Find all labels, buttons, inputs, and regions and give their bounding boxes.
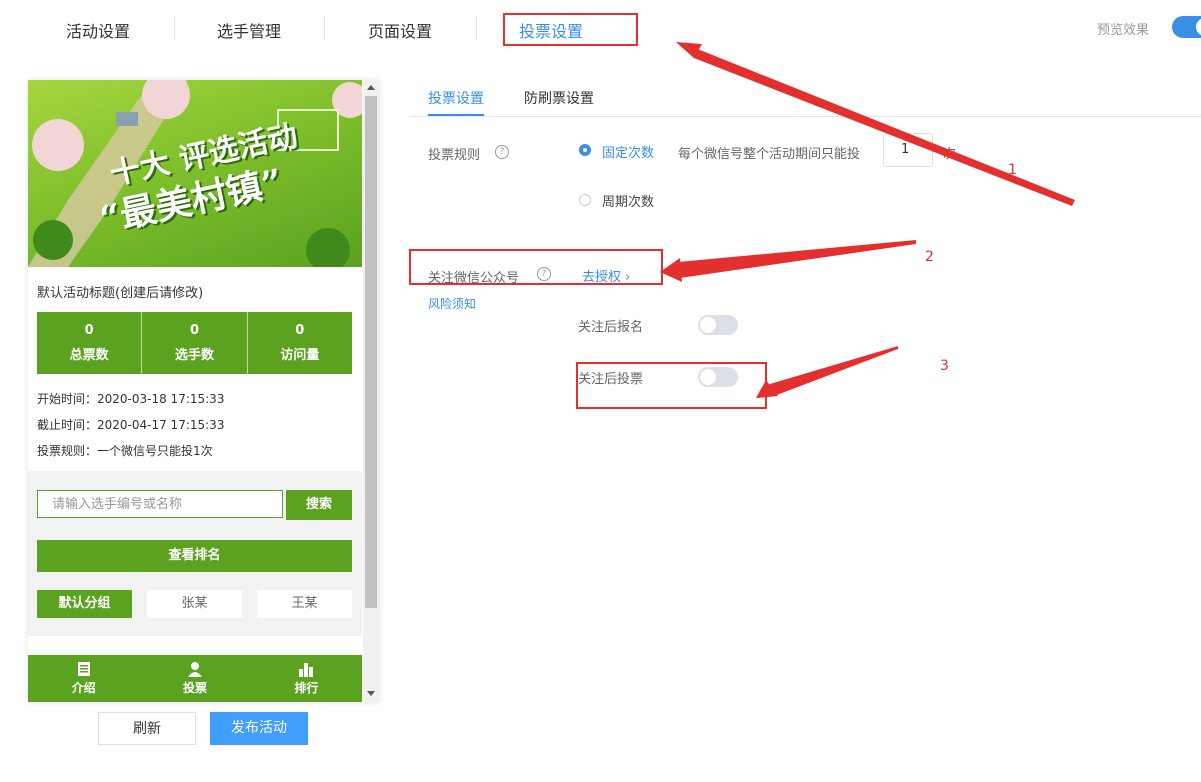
preview-toggle[interactable] — [1172, 16, 1201, 38]
scroll-up-arrow-icon[interactable] — [367, 85, 375, 90]
phone-scrollbar[interactable] — [363, 80, 379, 702]
annotation-number: 2 — [925, 249, 934, 265]
player-search-input[interactable]: 请输入选手编号或名称 — [37, 490, 283, 518]
annotation-box-3 — [576, 362, 767, 409]
nav-label: 介绍 — [71, 681, 96, 695]
annotation-number: 1 — [1008, 162, 1017, 178]
search-button[interactable]: 搜索 — [286, 490, 352, 520]
phone-bottom-nav: 介绍 投票 排行 — [28, 655, 362, 702]
nav-label: 排行 — [294, 681, 319, 695]
stat-player-count: 0 选手数 — [142, 312, 248, 374]
stat-label: 访问量 — [280, 348, 320, 363]
risk-notice-link[interactable]: 风险须知 — [428, 295, 476, 312]
tab-activity-settings[interactable]: 活动设置 — [66, 18, 130, 42]
tab-divider — [476, 16, 477, 40]
radio-periodic-count[interactable] — [579, 194, 591, 206]
stat-value: 0 — [84, 323, 94, 338]
subtab-active-indicator — [428, 114, 484, 116]
scroll-thumb[interactable] — [365, 96, 377, 608]
document-icon — [77, 662, 90, 676]
tab-divider — [324, 16, 325, 40]
toggle-knob — [1196, 18, 1201, 36]
periodic-count-label[interactable]: 周期次数 — [602, 191, 654, 210]
group-zhang[interactable]: 张某 — [147, 590, 242, 618]
preview-label: 预览效果 — [1097, 23, 1150, 38]
activity-title: 默认活动标题(创建后请修改) — [37, 286, 204, 301]
stat-value: 0 — [295, 323, 305, 338]
fixed-count-label[interactable]: 固定次数 — [602, 142, 654, 161]
stat-label: 选手数 — [174, 348, 214, 363]
annotation-box-1 — [503, 13, 638, 46]
publish-button[interactable]: 发布活动 — [210, 712, 308, 745]
annotation-number: 3 — [940, 358, 949, 374]
follow-to-register-label: 关注后报名 — [578, 320, 644, 335]
subtab-divider — [410, 116, 1201, 117]
annotation-box-2 — [409, 249, 663, 285]
start-time: 开始时间：2020-03-18 17:15:33 — [37, 392, 225, 406]
tab-player-management[interactable]: 选手管理 — [217, 18, 281, 42]
stat-total-votes: 0 总票数 — [37, 312, 143, 374]
switch-knob — [700, 317, 716, 333]
phone-preview: 十大 评选活动 “最美村镇” 默认活动标题(创建后请修改) 0 总票数 0 选手… — [28, 80, 379, 702]
group-wang[interactable]: 王某 — [257, 590, 352, 618]
bar-chart-icon — [299, 663, 314, 677]
scroll-down-arrow-icon[interactable] — [367, 691, 375, 696]
vote-count-input[interactable]: 1 — [883, 133, 933, 167]
tab-divider — [174, 16, 175, 40]
nav-label: 投票 — [182, 681, 207, 695]
per-wechat-text: 每个微信号整个活动期间只能投 — [678, 147, 861, 162]
stat-visits: 0 访问量 — [248, 312, 352, 374]
stat-label: 总票数 — [69, 348, 109, 363]
end-time: 截止时间：2020-04-17 17:15:33 — [37, 418, 225, 432]
radio-fixed-count[interactable] — [579, 144, 591, 156]
user-icon — [187, 662, 202, 677]
help-icon[interactable]: ? — [495, 145, 509, 159]
vote-rule-info: 投票规则：一个微信号只能投1次 — [37, 444, 213, 458]
follow-to-register-switch[interactable] — [698, 315, 738, 335]
stats-bar: 0 总票数 0 选手数 0 访问量 — [37, 312, 352, 374]
stat-value: 0 — [189, 323, 200, 338]
nav-intro[interactable]: 介绍 — [28, 655, 139, 702]
view-ranking-button[interactable]: 查看排名 — [37, 540, 352, 572]
activity-banner: 十大 评选活动 “最美村镇” — [28, 80, 362, 267]
phone-screen: 十大 评选活动 “最美村镇” 默认活动标题(创建后请修改) 0 总票数 0 选手… — [28, 80, 362, 702]
refresh-button[interactable]: 刷新 — [98, 712, 196, 745]
subtab-anti-fraud[interactable]: 防刷票设置 — [524, 88, 594, 108]
nav-ranking[interactable]: 排行 — [251, 655, 362, 702]
tab-page-settings[interactable]: 页面设置 — [368, 18, 432, 42]
group-default[interactable]: 默认分组 — [37, 590, 132, 618]
count-unit: 次 — [943, 147, 957, 162]
nav-vote[interactable]: 投票 — [139, 655, 250, 702]
subtab-vote-settings[interactable]: 投票设置 — [428, 88, 484, 108]
vote-rule-label: 投票规则 — [428, 148, 481, 163]
